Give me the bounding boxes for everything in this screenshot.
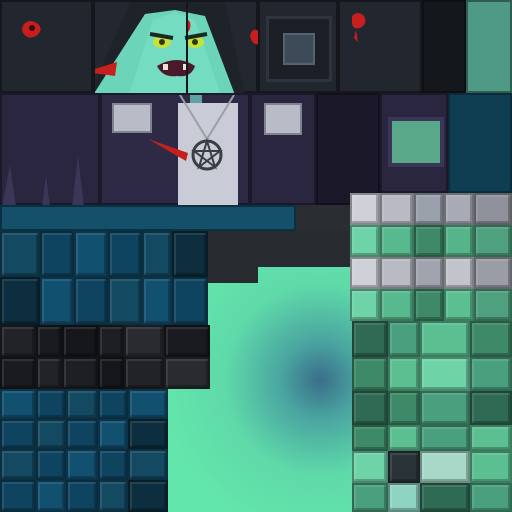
body-left-panel xyxy=(0,93,100,207)
arm-grid-left xyxy=(0,231,208,325)
arm-dark-block xyxy=(208,231,350,267)
pentagram-pendant-icon xyxy=(148,95,235,171)
arm-dark-block-2 xyxy=(208,267,258,283)
leg-grid-left xyxy=(0,389,168,512)
head-left-panel xyxy=(0,0,93,93)
right-upper-grid xyxy=(350,193,512,321)
skin-texture-canvas xyxy=(0,0,512,512)
head-right-panel xyxy=(258,0,338,93)
torso-side-panel xyxy=(250,93,316,205)
head-back-panel xyxy=(338,0,422,93)
arm-dark-strip xyxy=(296,205,350,231)
right-lower-grid xyxy=(352,321,512,512)
head-top-panel xyxy=(422,0,466,93)
head-mid-panel xyxy=(186,0,258,93)
torso-back-panel xyxy=(316,93,380,205)
head-bottom-panel xyxy=(466,0,512,93)
torso-front-panel xyxy=(100,93,250,207)
arm-black-band xyxy=(0,325,210,389)
blood-splatter-icon xyxy=(22,21,41,38)
arm-top-strip xyxy=(0,205,296,231)
torso-cyan-panel xyxy=(448,93,512,193)
blood-splatter-icon xyxy=(352,13,366,42)
torso-right-panel xyxy=(380,93,448,193)
square-eye-icon xyxy=(266,16,332,82)
blood-splatter-icon xyxy=(188,19,191,32)
